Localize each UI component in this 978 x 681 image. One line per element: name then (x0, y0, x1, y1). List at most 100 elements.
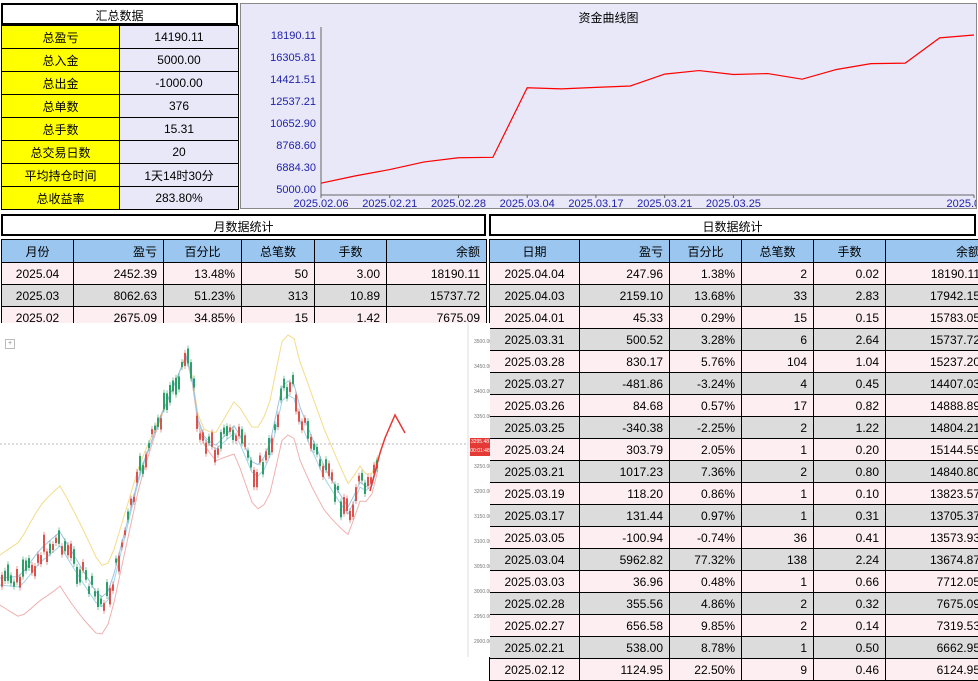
candle-body (334, 484, 336, 501)
daily-header-cell[interactable]: 余额 (886, 240, 978, 263)
daily-table-row[interactable]: 2025.03.24303.792.05%10.2015144.59 (490, 439, 978, 461)
candle-body (289, 383, 291, 392)
daily-cell: 13573.93 (886, 527, 978, 549)
candle-body (139, 456, 141, 471)
daily-cell: 1 (742, 571, 814, 593)
candle-body (238, 427, 240, 436)
daily-cell: 84.68 (580, 395, 670, 417)
monthly-header-cell[interactable]: 月份 (2, 240, 74, 263)
daily-cell: 4.86% (670, 593, 742, 615)
daily-cell: 45.33 (580, 307, 670, 329)
monthly-header-cell[interactable]: 盈亏 (74, 240, 164, 263)
candle-body (364, 483, 366, 494)
summary-value: 14190.11 (120, 26, 239, 49)
candle-body (208, 436, 210, 443)
x-tick-label: 2025.04.04 (946, 198, 976, 208)
candle-body (190, 362, 192, 378)
daily-cell: 2159.10 (580, 285, 670, 307)
monthly-header-cell[interactable]: 总笔数 (242, 240, 315, 263)
daily-table-row[interactable]: 2025.03.2684.680.57%170.8214888.89 (490, 395, 978, 417)
y-tick-label: 14421.51 (270, 74, 316, 86)
daily-cell: 13674.87 (886, 549, 978, 571)
daily-cell: 17942.15 (886, 285, 978, 307)
daily-table-row[interactable]: 2025.03.28830.175.76%1041.0415237.20 (490, 351, 978, 373)
daily-cell: 1.04 (814, 351, 886, 373)
daily-table-row[interactable]: 2025.04.032159.1013.68%332.8317942.15 (490, 285, 978, 307)
daily-cell: 15237.20 (886, 351, 978, 373)
candle-body (43, 535, 45, 552)
candle-body (40, 555, 42, 564)
daily-cell: 2025.03.03 (490, 571, 580, 593)
price-chart-plot: 3500.003450.003400.003350.003300.003250.… (0, 323, 490, 657)
candle-body (4, 571, 6, 581)
candle-body (247, 451, 249, 458)
candle-body (16, 569, 18, 582)
daily-header-cell[interactable]: 总笔数 (742, 240, 814, 263)
candle-body (70, 544, 72, 558)
candle-body (352, 505, 354, 517)
monthly-header-cell[interactable]: 手数 (315, 240, 387, 263)
daily-table-row[interactable]: 2025.03.05-100.94-0.74%360.4113573.93 (490, 527, 978, 549)
candle-body (88, 586, 90, 594)
candle-body (175, 378, 177, 395)
candle-body (205, 443, 207, 454)
candle-body (271, 438, 273, 452)
summary-key: 总手数 (2, 118, 120, 141)
daily-cell: 2025.03.25 (490, 417, 580, 439)
daily-cell: 2025.03.17 (490, 505, 580, 527)
candle-body (85, 570, 87, 580)
candle-body (22, 560, 24, 577)
candle-body (118, 556, 120, 572)
daily-table-row[interactable]: 2025.03.31500.523.28%62.6415737.72 (490, 329, 978, 351)
monthly-cell: 51.23% (164, 285, 242, 307)
daily-cell: 7319.53 (886, 615, 978, 637)
monthly-table-row[interactable]: 2025.038062.6351.23%31310.8915737.72 (2, 285, 487, 307)
candle-body (151, 429, 153, 434)
summary-row: 总盈亏14190.11 (2, 26, 239, 49)
candle-body (241, 429, 243, 443)
monthly-table-row[interactable]: 2025.042452.3913.48%503.0018190.11 (2, 263, 487, 285)
daily-table-row[interactable]: 2025.03.045962.8277.32%1382.2413674.87 (490, 549, 978, 571)
daily-cell: 0.82 (814, 395, 886, 417)
price-tick-label: 3400.00 (474, 389, 490, 395)
candle-body (91, 576, 93, 585)
daily-table-row[interactable]: 2025.02.21538.008.78%10.506662.95 (490, 637, 978, 659)
daily-table-row[interactable]: 2025.03.211017.237.36%20.8014840.80 (490, 461, 978, 483)
daily-cell: 0.31 (814, 505, 886, 527)
candle-body (250, 460, 252, 467)
candle-body (58, 530, 60, 544)
band-line (0, 356, 378, 606)
daily-table-row[interactable]: 2025.03.27-481.86-3.24%40.4514407.03 (490, 373, 978, 395)
candle-body (316, 447, 318, 454)
candle-body (310, 437, 312, 449)
daily-cell: 18190.11 (886, 263, 978, 285)
daily-cell: 0.48% (670, 571, 742, 593)
daily-cell: 2025.02.28 (490, 593, 580, 615)
daily-table-row[interactable]: 2025.04.04247.961.38%20.0218190.11 (490, 263, 978, 285)
daily-table-row[interactable]: 2025.03.0336.960.48%10.667712.05 (490, 571, 978, 593)
price-chart-overlay[interactable]: + 3500.003450.003400.003350.003300.00325… (0, 323, 490, 657)
daily-table-row[interactable]: 2025.02.27656.589.85%20.147319.53 (490, 615, 978, 637)
daily-header-cell[interactable]: 百分比 (670, 240, 742, 263)
daily-table-row[interactable]: 2025.03.17131.440.97%10.3113705.37 (490, 505, 978, 527)
daily-table-row[interactable]: 2025.03.25-340.38-2.25%21.2214804.21 (490, 417, 978, 439)
daily-header-cell[interactable]: 日期 (490, 240, 580, 263)
monthly-cell: 3.00 (315, 263, 387, 285)
candle-body (49, 544, 51, 554)
daily-header-cell[interactable]: 盈亏 (580, 240, 670, 263)
daily-table-row[interactable]: 2025.04.0145.330.29%150.1515783.05 (490, 307, 978, 329)
summary-value: 5000.00 (120, 49, 239, 72)
daily-table-row[interactable]: 2025.02.121124.9522.50%90.466124.95 (490, 659, 978, 681)
candle-body (298, 411, 300, 421)
monthly-header-cell[interactable]: 百分比 (164, 240, 242, 263)
daily-table-row[interactable]: 2025.03.19118.200.86%10.1013823.57 (490, 483, 978, 505)
daily-cell: 0.02 (814, 263, 886, 285)
current-price-badge: 3295.48 00:01:48 (470, 438, 490, 456)
daily-table-row[interactable]: 2025.02.28355.564.86%20.327675.09 (490, 593, 978, 615)
candle-body (124, 530, 126, 535)
monthly-header-cell[interactable]: 余额 (387, 240, 487, 263)
daily-cell: 15737.72 (886, 329, 978, 351)
summary-row: 总单数376 (2, 95, 239, 118)
daily-header-cell[interactable]: 手数 (814, 240, 886, 263)
daily-cell: 6124.95 (886, 659, 978, 681)
